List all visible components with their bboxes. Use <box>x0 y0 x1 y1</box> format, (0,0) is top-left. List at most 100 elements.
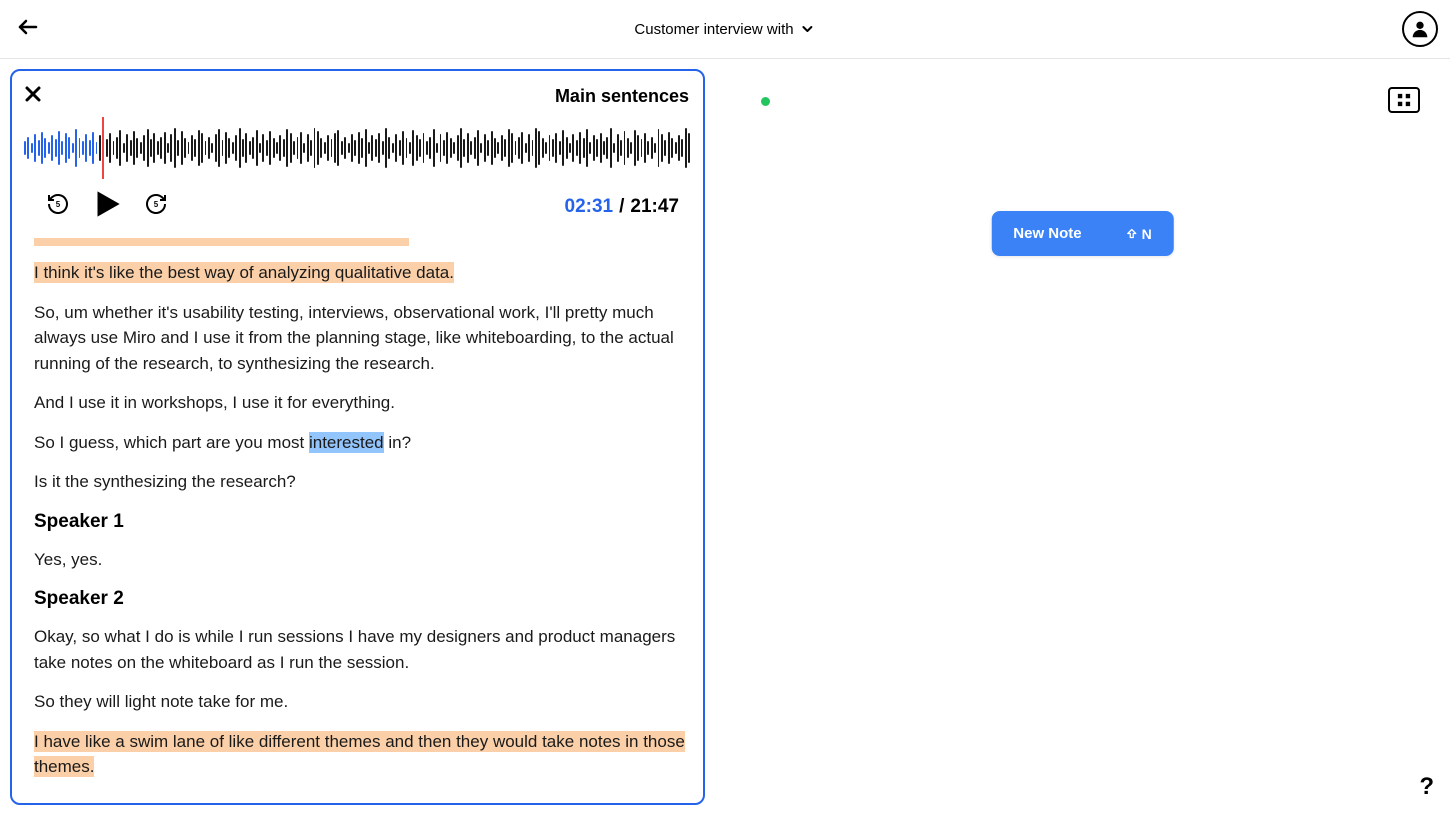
wave-bar <box>474 137 476 159</box>
wave-bar <box>368 142 370 154</box>
wave-bar <box>123 143 125 153</box>
wave-bar <box>426 141 428 155</box>
wave-bar <box>130 140 132 156</box>
wave-bar <box>314 128 316 168</box>
transcript-body[interactable]: I think it's like the best way of analyz… <box>24 238 699 791</box>
grid-icon <box>1397 93 1411 107</box>
wave-bar <box>85 134 87 162</box>
transcript-line[interactable]: Yes, yes. <box>34 547 691 573</box>
wave-bar <box>170 134 172 162</box>
wave-bar <box>293 141 295 155</box>
wave-bar <box>419 139 421 157</box>
transcript-line[interactable]: So, um whether it's usability testing, i… <box>34 300 691 377</box>
wave-bar <box>235 135 237 161</box>
wave-bar <box>535 128 537 168</box>
time-separator: / <box>619 196 624 218</box>
wave-bar <box>222 140 224 156</box>
wave-bar <box>436 143 438 153</box>
wave-bar <box>324 142 326 154</box>
wave-bar <box>589 142 591 154</box>
wave-bar <box>344 137 346 159</box>
transcript-line[interactable]: I have like a swim lane of like differen… <box>34 729 691 780</box>
transcript-line[interactable]: Is it the synthesizing the research? <box>34 469 691 495</box>
wave-bar <box>354 140 356 156</box>
wave-bar <box>388 137 390 159</box>
wave-bar <box>634 130 636 166</box>
wave-bar <box>457 135 459 161</box>
wave-bar <box>508 129 510 167</box>
wave-bar <box>310 140 312 156</box>
wave-bar <box>583 138 585 158</box>
wave-bar <box>501 135 503 161</box>
wave-bar <box>262 134 264 162</box>
wave-bar <box>446 132 448 164</box>
wave-bar <box>385 128 387 168</box>
wave-bar <box>61 141 63 155</box>
wave-bar <box>668 132 670 164</box>
chevron-down-icon <box>800 21 816 37</box>
wave-bar <box>382 141 384 155</box>
audio-waveform[interactable] <box>24 117 699 179</box>
doc-title-dropdown[interactable]: Customer interview with <box>634 21 815 38</box>
transcript-line[interactable]: So I guess, which part are you most inte… <box>34 430 691 456</box>
svg-text:5: 5 <box>56 200 61 209</box>
wave-bar <box>327 135 329 161</box>
wave-bar <box>593 135 595 161</box>
rewind-icon: 5 <box>46 192 70 216</box>
profile-button[interactable] <box>1402 11 1438 47</box>
wave-bar <box>480 143 482 153</box>
wave-bar <box>153 133 155 163</box>
wave-bar <box>157 141 159 155</box>
wave-bar <box>365 129 367 167</box>
wave-bar <box>119 130 121 166</box>
wave-bar <box>273 138 275 158</box>
wave-bar <box>109 133 111 163</box>
wave-bar <box>569 143 571 153</box>
wave-bar <box>96 142 98 154</box>
wave-bar <box>337 130 339 166</box>
transcript-panel: Main sentences 5 5 <box>0 59 715 815</box>
wave-bar <box>116 137 118 159</box>
wave-bar <box>542 138 544 158</box>
back-button[interactable] <box>12 11 44 48</box>
speaker-label: Speaker 2 <box>34 588 691 610</box>
wave-bar <box>361 138 363 158</box>
wave-bar <box>27 137 29 159</box>
forward-5-button[interactable]: 5 <box>144 192 168 221</box>
wave-bar <box>51 135 53 161</box>
wave-bar <box>416 135 418 161</box>
highlight-bar <box>34 238 409 246</box>
wave-bar <box>164 132 166 164</box>
wave-bar <box>286 129 288 167</box>
playhead[interactable] <box>102 117 104 179</box>
transcript-line[interactable]: And I use it in workshops, I use it for … <box>34 390 691 416</box>
transcript-line[interactable]: I think it's like the best way of analyz… <box>34 260 691 286</box>
help-icon: ? <box>1419 773 1434 800</box>
wave-bar <box>136 138 138 158</box>
wave-bar <box>460 128 462 168</box>
wave-bar <box>572 134 574 162</box>
close-button[interactable] <box>24 83 42 109</box>
wave-bar <box>44 138 46 158</box>
wave-bar <box>106 139 108 157</box>
new-note-button[interactable]: New Note N <box>991 211 1173 256</box>
transcript-line[interactable]: So they will light note take for me. <box>34 689 691 715</box>
play-button[interactable] <box>88 185 126 228</box>
help-button[interactable]: ? <box>1419 773 1434 801</box>
wave-bar <box>600 133 602 163</box>
wave-bar <box>198 130 200 166</box>
wave-bar <box>654 143 656 153</box>
wave-bar <box>218 129 220 167</box>
wave-bar <box>562 130 564 166</box>
wave-bar <box>348 143 350 153</box>
layout-toggle-button[interactable] <box>1388 87 1420 113</box>
wave-bar <box>276 142 278 154</box>
wave-bar <box>661 134 663 162</box>
wave-bar <box>303 143 305 153</box>
rewind-5-button[interactable]: 5 <box>46 192 70 221</box>
time-current: 02:31 <box>565 196 614 218</box>
wave-bar <box>518 137 520 159</box>
wave-bar <box>266 140 268 156</box>
wave-bar <box>528 134 530 162</box>
transcript-line[interactable]: Okay, so what I do is while I run sessio… <box>34 624 691 675</box>
